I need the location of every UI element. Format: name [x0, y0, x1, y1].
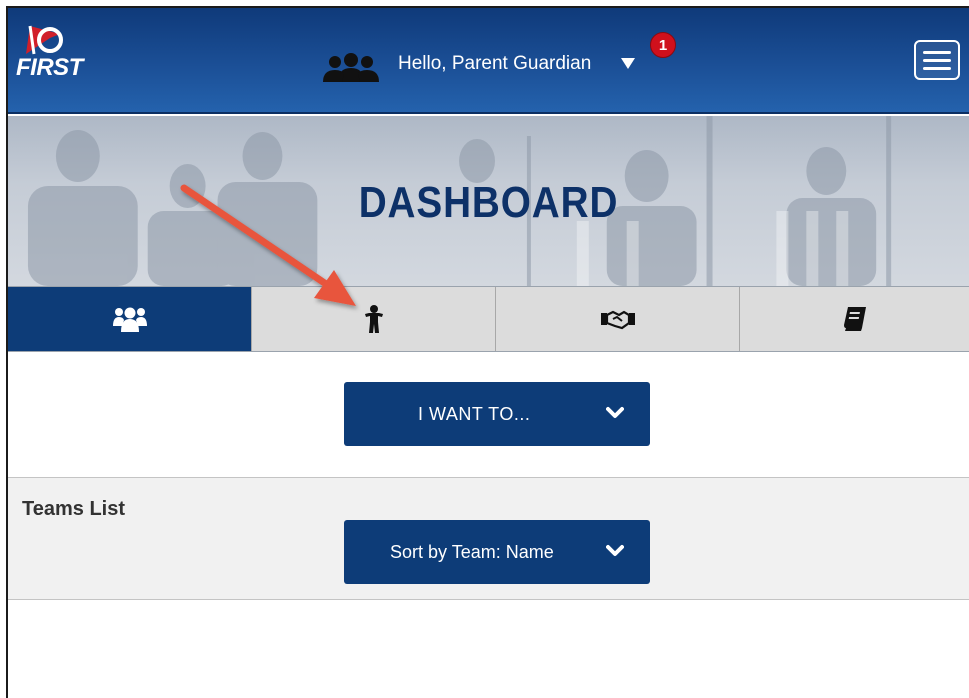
tab-partners[interactable]	[496, 287, 740, 351]
team-group-icon	[112, 307, 147, 332]
child-icon	[364, 305, 383, 333]
greeting-dropdown[interactable]: Hello, Parent Guardian	[398, 53, 591, 75]
teams-list-heading: Teams List	[22, 498, 125, 520]
content-area	[8, 600, 969, 698]
logo-text: FIRST	[16, 54, 83, 81]
chevron-down-icon	[606, 407, 624, 418]
i-want-to-dropdown[interactable]: I WANT TO...	[344, 382, 650, 446]
top-header: FIRST Hello, Parent Guardian 1	[8, 8, 969, 114]
caret-down-icon[interactable]	[621, 56, 635, 70]
app-frame: FIRST Hello, Parent Guardian 1 DASHBOARD…	[6, 6, 969, 698]
users-icon	[323, 53, 379, 82]
tab-resources[interactable]	[740, 287, 969, 351]
notification-badge[interactable]: 1	[650, 32, 676, 58]
book-icon	[843, 307, 866, 331]
dashboard-banner: DASHBOARD	[8, 116, 969, 286]
tab-teams[interactable]	[8, 287, 252, 351]
sort-dropdown[interactable]: Sort by Team: Name	[344, 520, 650, 584]
dashboard-tabs	[8, 286, 969, 352]
menu-line	[923, 58, 951, 62]
page-title: DASHBOARD	[358, 178, 619, 227]
menu-line	[923, 66, 951, 70]
first-logo[interactable]: FIRST	[16, 24, 96, 94]
action-section: I WANT TO...	[8, 352, 969, 478]
chevron-down-icon	[606, 545, 624, 556]
menu-line	[923, 50, 951, 54]
hamburger-menu-button[interactable]	[914, 40, 960, 80]
first-logo-icon	[26, 25, 63, 55]
sort-label: Sort by Team: Name	[390, 542, 554, 562]
i-want-to-label: I WANT TO...	[418, 404, 531, 424]
teams-list-section: Teams List Sort by Team: Name	[8, 478, 969, 600]
tab-youth[interactable]	[252, 287, 496, 351]
handshake-icon	[600, 310, 635, 330]
